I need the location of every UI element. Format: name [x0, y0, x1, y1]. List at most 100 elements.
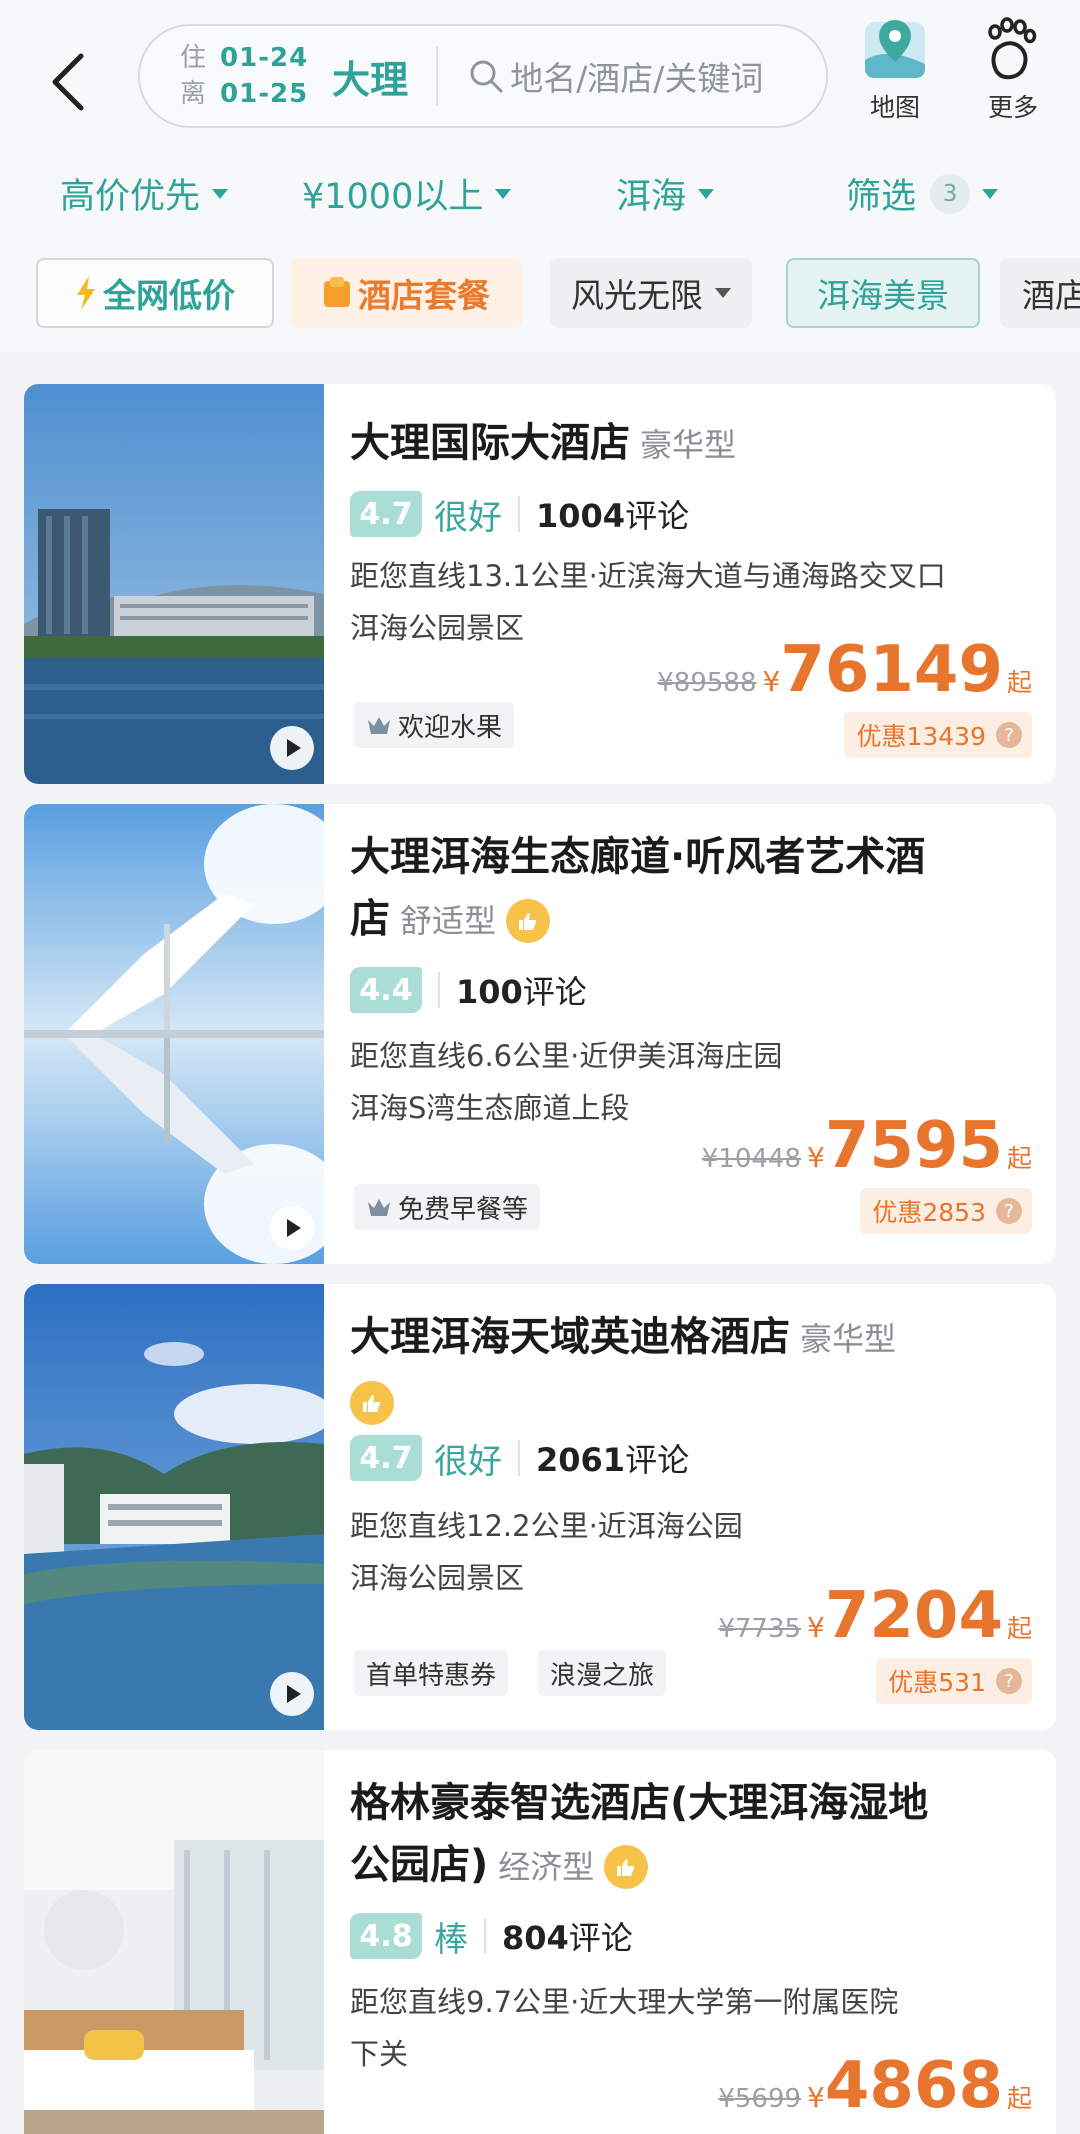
rating-row: 4.8 棒 804评论 [350, 1906, 1034, 1966]
tag-hotel-package-label: 酒店套餐 [358, 276, 490, 315]
thumbs-up-badge [350, 1381, 394, 1425]
question-icon: ? [996, 1198, 1022, 1224]
map-button[interactable]: 地图 [840, 16, 950, 136]
play-video-button[interactable] [270, 1672, 314, 1716]
discount-text: 优惠531 [888, 1668, 986, 1697]
search-divider [436, 47, 439, 105]
chevron-left-icon [52, 53, 84, 111]
score-label: 很好 [434, 1441, 502, 1482]
thumbs-up-badge [506, 899, 551, 943]
back-button[interactable] [40, 42, 96, 122]
location-dropdown[interactable]: 洱海 [616, 168, 715, 219]
location-label: 洱海 [616, 177, 687, 217]
review-number: 100 [456, 973, 523, 1011]
discount-text: 优惠2853 [872, 1198, 986, 1227]
price-label: ¥1000以上 [302, 177, 484, 217]
price-dropdown[interactable]: ¥1000以上 [302, 168, 512, 219]
review-count: 1004评论 [536, 491, 689, 537]
search-bar[interactable]: 住 01-24 离 01-25 大理 地名/酒店/关键词 [138, 24, 828, 128]
price-suffix: 起 [1006, 668, 1032, 697]
review-number: 804 [502, 1919, 569, 1957]
review-count: 100评论 [456, 967, 587, 1013]
question-icon: ? [996, 1668, 1022, 1694]
discount-badge[interactable]: 优惠13439 ? [844, 712, 1032, 758]
hotel-card[interactable]: 大理洱海生态廊道·听风者艺术酒 店舒适型 4.4 100评论 距您直线6.6公里… [24, 804, 1056, 1264]
hotel-info: 大理洱海生态廊道·听风者艺术酒 店舒适型 4.4 100评论 距您直线6.6公里… [350, 804, 1034, 1134]
hotel-card[interactable]: 格林豪泰智选酒店(大理洱海湿地 公园店) 经济型 4.8 棒 804评论 距您直线… [24, 1750, 1056, 2134]
quick-tags: 全网低价 酒店套餐 风光无限 洱海美景 酒店 [0, 254, 1080, 334]
play-video-button[interactable] [270, 1206, 314, 1250]
more-label: 更多 [987, 93, 1038, 122]
play-video-button[interactable] [270, 726, 314, 770]
tag-lake-view-label: 洱海美景 [817, 276, 949, 315]
tag-hotel[interactable]: 酒店 [1000, 258, 1080, 328]
tag-lake-view[interactable]: 洱海美景 [786, 258, 980, 328]
review-suffix: 评论 [625, 497, 690, 535]
currency-symbol: ¥ [807, 1611, 825, 1644]
hotel-photo[interactable] [24, 804, 324, 1264]
filter-bar: 高价优先 ¥1000以上 洱海 筛选 3 [0, 156, 1080, 236]
tag-hotel-package[interactable]: 酒店套餐 [290, 258, 522, 328]
hotel-card[interactable]: 大理洱海天域英迪格酒店 豪华型 4.7 很好 2061评论 距您直线12.2公里·… [24, 1284, 1056, 1730]
hotel-name: 格林豪泰智选酒店(大理洱海湿地 [350, 1780, 929, 1826]
original-price: ¥89588 [657, 668, 757, 698]
score-label: 很好 [434, 497, 502, 538]
top-header: 住 01-24 离 01-25 大理 地名/酒店/关键词 地图 更多 高价优先 … [0, 0, 1080, 352]
hotel-name-continued: 店 [350, 896, 390, 942]
price-suffix: 起 [1006, 2084, 1032, 2113]
perk-tag: 浪漫之旅 [538, 1650, 667, 1696]
score-badge: 4.7 [350, 491, 422, 537]
hotel-name-row: 大理国际大酒店 豪华型 [350, 412, 1034, 476]
filter-dropdown[interactable]: 筛选 3 [846, 168, 999, 219]
hotel-photo[interactable] [24, 384, 324, 784]
price-suffix: 起 [1006, 1614, 1032, 1643]
map-label: 地图 [869, 93, 920, 122]
tag-lowest-price[interactable]: 全网低价 [36, 258, 274, 328]
thumbs-up-icon [617, 1859, 635, 1876]
sort-label: 高价优先 [60, 177, 201, 217]
hotel-name: 大理国际大酒店 [350, 420, 630, 466]
hotel-name-row-2: 店舒适型 [350, 888, 1034, 952]
caret-down-icon [982, 188, 999, 199]
hotel-name-row-2 [350, 1370, 1034, 1428]
tag-scenery[interactable]: 风光无限 [550, 258, 752, 328]
search-input[interactable]: 地名/酒店/关键词 [510, 52, 763, 100]
hotel-name: 大理洱海生态廊道·听风者艺术酒 [350, 834, 926, 880]
play-icon [287, 1685, 301, 1703]
lightning-icon [77, 276, 95, 310]
review-suffix: 评论 [625, 1441, 690, 1479]
thumbs-up-icon [363, 1395, 380, 1412]
hotel-info: 大理洱海天域英迪格酒店 豪华型 4.7 很好 2061评论 距您直线12.2公里·… [350, 1284, 1034, 1604]
hotel-photo[interactable] [24, 1750, 324, 2134]
tag-lowest-price-label: 全网低价 [103, 276, 235, 315]
thumbs-up-icon [519, 913, 537, 930]
tag-hotel-label: 酒店 [1022, 276, 1080, 315]
hotel-name-row: 大理洱海生态廊道·听风者艺术酒 店舒适型 [350, 826, 1034, 952]
discount-badge[interactable]: 优惠531 ? [876, 1658, 1032, 1704]
hotel-type: 经济型 [498, 1848, 595, 1886]
package-icon [324, 277, 350, 307]
current-price: 76149 [780, 633, 1003, 707]
caret-down-icon [698, 188, 715, 199]
more-button[interactable]: 更多 [958, 16, 1068, 136]
sort-dropdown[interactable]: 高价优先 [60, 168, 229, 219]
hotel-photo[interactable] [24, 1284, 324, 1730]
checkin-label: 住 [180, 43, 207, 73]
perk-text: 欢迎水果 [398, 712, 503, 743]
hotel-photo-image [24, 1284, 324, 1730]
hotel-card[interactable]: 大理国际大酒店 豪华型 4.7 很好 1004评论 距您直线13.1公里·近滨海大… [24, 384, 1056, 784]
original-price: ¥7735 [718, 1614, 802, 1644]
date-selector[interactable]: 住 01-24 离 01-25 [180, 40, 308, 112]
original-price: ¥10448 [701, 1144, 802, 1174]
filter-label: 筛选 [846, 177, 917, 217]
city-selector[interactable]: 大理 [332, 49, 408, 104]
score-badge: 4.4 [350, 967, 422, 1013]
rating-divider [484, 1918, 486, 1954]
hotel-name: 大理洱海天域英迪格酒店 [350, 1314, 790, 1360]
hotel-photo-image [24, 1750, 324, 2134]
discount-badge[interactable]: 优惠2853 ? [860, 1188, 1032, 1234]
perk-text: 浪漫之旅 [550, 1660, 655, 1691]
hotel-photo-image [24, 384, 324, 784]
hotel-type: 豪华型 [640, 426, 737, 464]
distance-text: 距您直线6.6公里·近伊美洱海庄园 [350, 1039, 783, 1073]
